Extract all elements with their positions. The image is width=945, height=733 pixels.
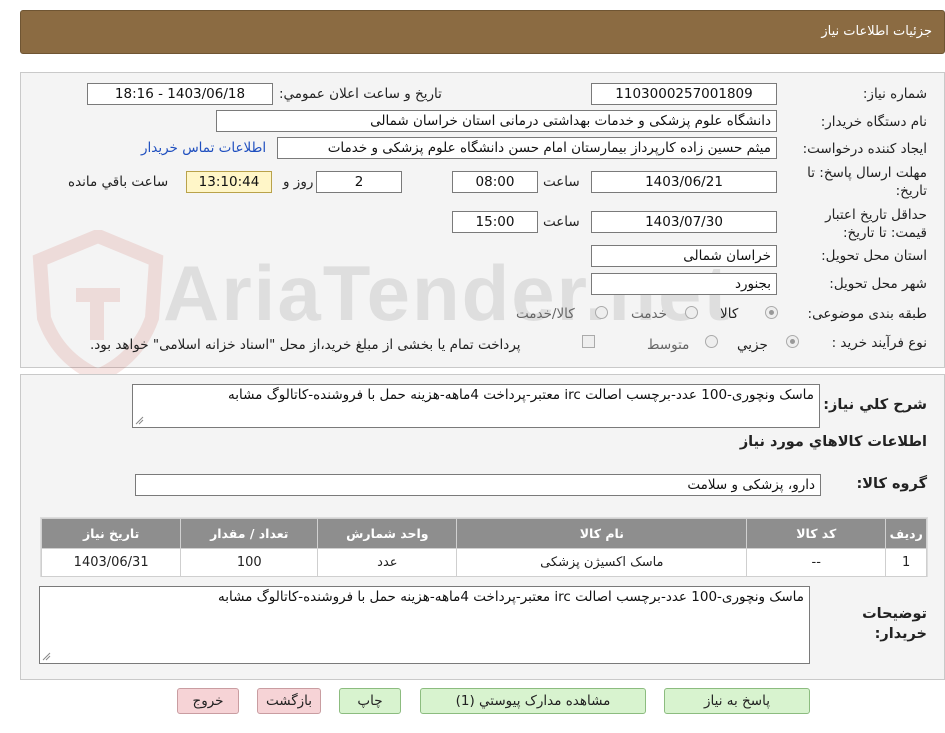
table-row: 1 -- ماسک اکسیژن پزشکی عدد 100 1403/06/3… [40, 548, 927, 577]
category-label: طبقه بندی موضوعی: [807, 306, 927, 322]
purchase-medium-label: متوسط [647, 337, 690, 353]
back-button[interactable]: بازگشت [257, 688, 321, 714]
price-validity-time-field: 15:00 [452, 211, 538, 233]
buyer-notes-field: ماسک ونچوری-100 عدد-برچسب اصالت irc معتب… [39, 586, 810, 664]
category-goods-service-radio[interactable] [595, 306, 608, 319]
purchase-minor-radio[interactable] [786, 335, 799, 348]
category-goods-label: کالا [720, 306, 739, 322]
buyer-contact-link[interactable]: اطلاعات تماس خریدار [141, 140, 266, 156]
need-number-label: شماره نیاز: [862, 86, 927, 102]
purchase-minor-label: جزیي [737, 337, 768, 353]
category-service-label: خدمت [631, 306, 667, 322]
announce-datetime-field: 1403/06/18 - 18:16 [87, 83, 273, 105]
col-unit-header: واحد شمارش [317, 518, 458, 549]
delivery-province-field: خراسان شمالی [591, 245, 777, 267]
cell-qty: 100 [180, 548, 319, 577]
send-deadline-date-field: 1403/06/21 [591, 171, 777, 193]
buyer-notes-label: توضیحات خریدار: [847, 604, 927, 644]
col-qty-header: تعداد / مقدار [180, 518, 319, 549]
cell-unit: عدد [317, 548, 458, 577]
page-title: جزئیات اطلاعات نیاز [821, 24, 932, 39]
price-validity-date-field: 1403/07/30 [591, 211, 777, 233]
print-button[interactable]: چاپ [339, 688, 401, 714]
time-remaining-label: ساعت باقي مانده [68, 174, 169, 190]
treasury-payment-note: پرداخت تمام یا بخشی از مبلغ خرید،از محل … [90, 337, 521, 353]
buyer-notes-text: ماسک ونچوری-100 عدد-برچسب اصالت irc معتب… [217, 589, 804, 605]
requester-label: ایجاد کننده درخواست: [802, 141, 927, 157]
send-deadline-time-field: 08:00 [452, 171, 538, 193]
buyer-notes-label-text: توضیحات خریدار: [862, 606, 927, 642]
treasury-payment-checkbox[interactable] [582, 335, 595, 348]
price-validity-label: حداقل تاریخ اعتبار قیمت: تا تاریخ: [787, 206, 927, 242]
delivery-province-label: استان محل تحویل: [821, 248, 927, 264]
exit-button[interactable]: خروج [177, 688, 239, 714]
goods-group-label: گروه کالا: [856, 476, 927, 492]
view-attachments-button[interactable]: مشاهده مدارک پیوستي (1) [420, 688, 646, 714]
col-code-header: کد کالا [746, 518, 887, 549]
cell-row: 1 [885, 548, 927, 577]
watermark: AriaTender.net [28, 228, 729, 384]
resize-handle-icon[interactable] [42, 652, 51, 661]
time-remaining-field: 13:10:44 [186, 171, 272, 193]
category-goods-radio[interactable] [765, 306, 778, 319]
purchase-type-label: نوع فرآیند خرید : [831, 335, 927, 351]
send-deadline-time-label: ساعت [543, 174, 580, 190]
shield-logo-icon [32, 228, 164, 384]
need-summary-text: ماسک ونچوری-100 عدد-برچسب اصالت irc معتب… [227, 387, 814, 403]
goods-table-header: ردیف کد کالا نام کالا واحد شمارش تعداد /… [40, 518, 927, 549]
purchase-medium-radio[interactable] [705, 335, 718, 348]
days-remaining-field: 2 [316, 171, 402, 193]
announce-datetime-label: تاریخ و ساعت اعلان عمومي: [279, 86, 442, 102]
goods-group-field: دارو، پزشکی و سلامت [135, 474, 821, 496]
need-summary-label: شرح کلي نياز: [823, 397, 927, 413]
goods-table: ردیف کد کالا نام کالا واحد شمارش تعداد /… [40, 518, 927, 577]
requester-field: میثم حسین زاده کارپرداز بیمارستان امام ح… [277, 137, 777, 159]
buyer-org-label: نام دستگاه خریدار: [820, 114, 927, 130]
need-summary-field: ماسک ونچوری-100 عدد-برچسب اصالت irc معتب… [132, 384, 820, 428]
resize-handle-icon[interactable] [135, 416, 144, 425]
delivery-city-field: بجنورد [591, 273, 777, 295]
send-deadline-label-text: مهلت ارسال پاسخ: تا تاریخ: [807, 165, 927, 199]
need-number-field: 1103000257001809 [591, 83, 777, 105]
cell-code: -- [746, 548, 887, 577]
reply-button[interactable]: پاسخ به نیاز [664, 688, 810, 714]
goods-info-heading: اطلاعات کالاهاي مورد نياز [739, 434, 927, 450]
col-row-header: ردیف [885, 518, 927, 549]
days-label: روز و [283, 174, 314, 190]
price-validity-label-text: حداقل تاریخ اعتبار قیمت: تا تاریخ: [825, 207, 927, 241]
send-deadline-label: مهلت ارسال پاسخ: تا تاریخ: [787, 164, 927, 200]
col-date-header: تاریخ نیاز [40, 518, 182, 549]
col-name-header: نام کالا [456, 518, 748, 549]
page-header: جزئیات اطلاعات نیاز [20, 10, 945, 54]
category-goods-service-label: کالا/خدمت [516, 306, 575, 322]
buyer-org-field: دانشگاه علوم پزشکی و خدمات بهداشتی درمان… [216, 110, 777, 132]
price-validity-time-label: ساعت [543, 214, 580, 230]
cell-name: ماسک اکسیژن پزشکی [456, 548, 748, 577]
category-service-radio[interactable] [685, 306, 698, 319]
delivery-city-label: شهر محل تحویل: [829, 276, 927, 292]
goods-table-wrap: ردیف کد کالا نام کالا واحد شمارش تعداد /… [40, 517, 928, 577]
cell-date: 1403/06/31 [40, 548, 182, 577]
